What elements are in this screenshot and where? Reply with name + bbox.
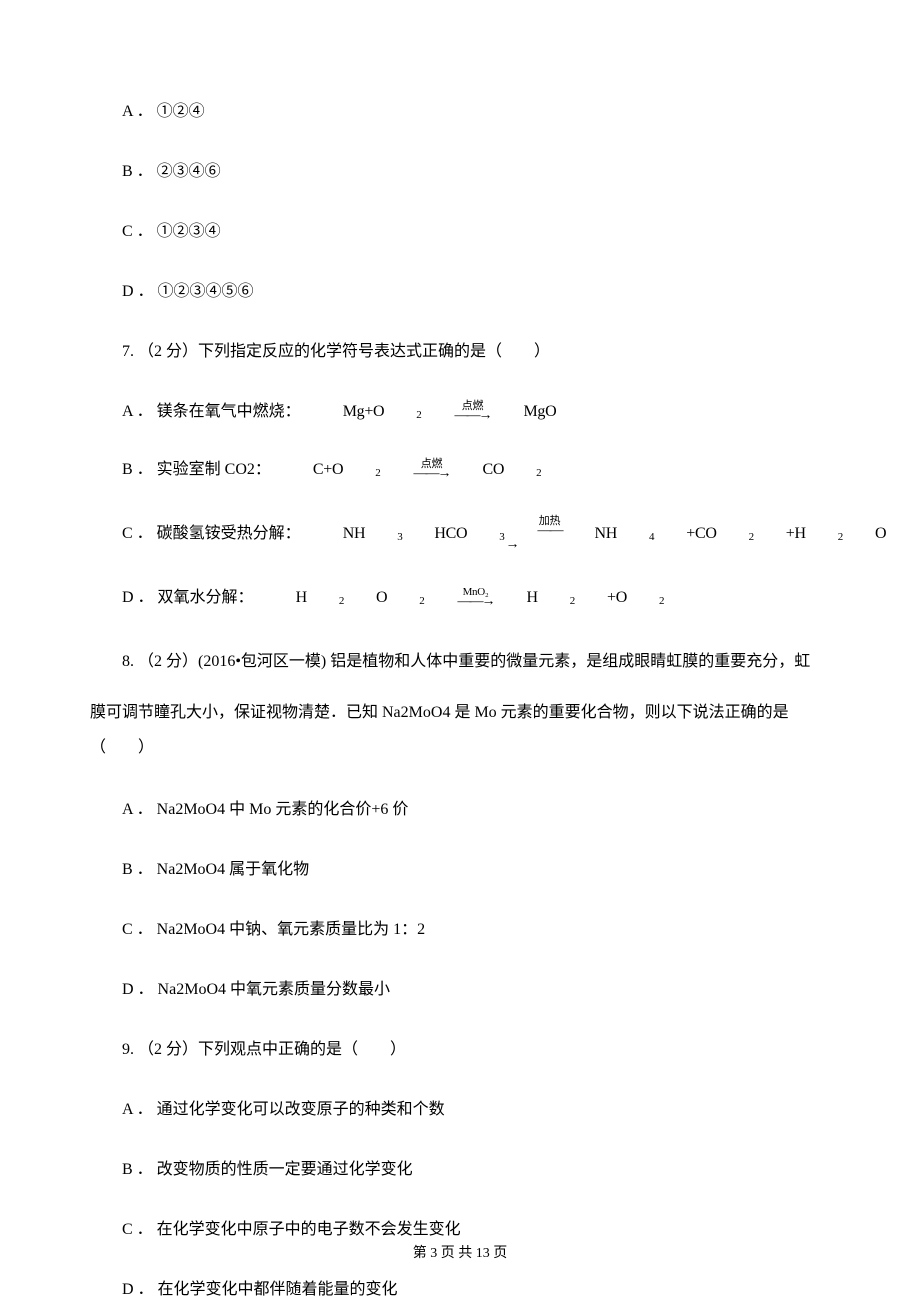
formula-part: MgO — [492, 400, 557, 424]
q7-d-label: D ． 双氧水分解： — [90, 586, 254, 610]
formula-sub: 4 — [617, 529, 654, 546]
q8-option-a: A ． Na2MoO4 中 Mo 元素的化合价+6 价 — [90, 798, 830, 822]
formula-sub: 2 — [307, 593, 344, 610]
arrow-line: ——→ — [423, 409, 491, 423]
q9-option-c: C ． 在化学变化中原子中的电子数不会发生变化 — [90, 1218, 830, 1242]
q7-c-label: C ． 碳酸氢铵受热分解： — [90, 522, 301, 546]
formula-part: H — [495, 586, 538, 610]
formula-sub: 2 — [627, 593, 664, 610]
q7-a-formula: Mg+O2 点燃 ——→ MgO — [311, 400, 557, 424]
q7-a-label: A ． 镁条在氧气中燃烧： — [90, 400, 301, 424]
q7-c-formula: NH3HCO3 加热 ——→ NH4+CO2+H2O — [311, 516, 887, 552]
formula-sub: 2 — [384, 407, 421, 424]
formula-part: CO — [450, 458, 504, 482]
formula-part: C+O — [281, 458, 343, 482]
q7-d-formula: H2O2 MnO₂ ——→ H2+O2 — [264, 586, 665, 610]
arrow-line: ——→ — [426, 595, 494, 609]
arrow-icon: MnO₂ ——→ — [426, 587, 494, 609]
q6-option-b: B ． ②③④⑥ — [90, 160, 830, 184]
formula-part: +H — [754, 522, 806, 546]
formula-part: H — [264, 586, 307, 610]
formula-part: O — [843, 522, 886, 546]
q8-option-c: C ． Na2MoO4 中钠、氧元素质量比为 1：2 — [90, 918, 830, 942]
q7-option-d: D ． 双氧水分解： H2O2 MnO₂ ——→ H2+O2 — [90, 586, 830, 610]
formula-sub: 3 — [365, 529, 402, 546]
q6-option-d: D ． ①②③④⑤⑥ — [90, 280, 830, 304]
formula-sub: 2 — [504, 465, 541, 482]
formula-part: NH — [311, 522, 366, 546]
formula-sub: 2 — [343, 465, 380, 482]
q7-option-a: A ． 镁条在氧气中燃烧： Mg+O2 点燃 ——→ MgO — [90, 400, 830, 424]
formula-sub: 2 — [538, 593, 575, 610]
formula-sub: 2 — [717, 529, 754, 546]
page-content: A ． ①②④ B ． ②③④⑥ C ． ①②③④ D ． ①②③④⑤⑥ 7. … — [90, 100, 830, 1302]
arrow-icon: 点燃 ——→ — [381, 459, 449, 481]
formula-sub: 3 — [467, 529, 504, 546]
arrow-line: ——→ — [381, 467, 449, 481]
q8-stem-line1: 8. （2 分）(2016•包河区一模) 铝是植物和人体中重要的微量元素，是组成… — [90, 644, 830, 679]
formula-part: NH — [563, 522, 618, 546]
q8-option-b: B ． Na2MoO4 属于氧化物 — [90, 858, 830, 882]
arrow-icon: 加热 ——→ — [506, 516, 562, 552]
q7-option-b: B ． 实验室制 CO2： C+O2 点燃 ——→ CO2 — [90, 458, 830, 482]
q9-option-a: A ． 通过化学变化可以改变原子的种类和个数 — [90, 1098, 830, 1122]
arrow-icon: 点燃 ——→ — [423, 401, 491, 423]
formula-sub: 2 — [387, 593, 424, 610]
q7-option-c: C ． 碳酸氢铵受热分解： NH3HCO3 加热 ——→ NH4+CO2+H2O — [90, 516, 830, 552]
formula-sub: 2 — [806, 529, 843, 546]
q7-b-label: B ． 实验室制 CO2： — [90, 458, 271, 482]
q8-stem-line2: 膜可调节瞳孔大小，保证视物清楚．已知 Na2MoO4 是 Mo 元素的重要化合物… — [90, 695, 830, 765]
formula-part: O — [344, 586, 387, 610]
page-footer: 第 3 页 共 13 页 — [0, 1242, 920, 1262]
q7-stem: 7. （2 分）下列指定反应的化学符号表达式正确的是（ ） — [90, 340, 830, 364]
q6-option-a: A ． ①②④ — [90, 100, 830, 124]
formula-part: HCO — [402, 522, 467, 546]
q9-option-b: B ． 改变物质的性质一定要通过化学变化 — [90, 1158, 830, 1182]
q7-b-formula: C+O2 点燃 ——→ CO2 — [281, 458, 541, 482]
q9-option-d: D ． 在化学变化中都伴随着能量的变化 — [90, 1278, 830, 1302]
q8-option-d: D ． Na2MoO4 中氧元素质量分数最小 — [90, 978, 830, 1002]
q9-stem: 9. （2 分）下列观点中正确的是（ ） — [90, 1038, 830, 1062]
formula-part: Mg+O — [311, 400, 385, 424]
formula-part: +CO — [654, 522, 716, 546]
formula-part: +O — [575, 586, 627, 610]
arrow-line: ——→ — [506, 524, 562, 552]
q6-option-c: C ． ①②③④ — [90, 220, 830, 244]
